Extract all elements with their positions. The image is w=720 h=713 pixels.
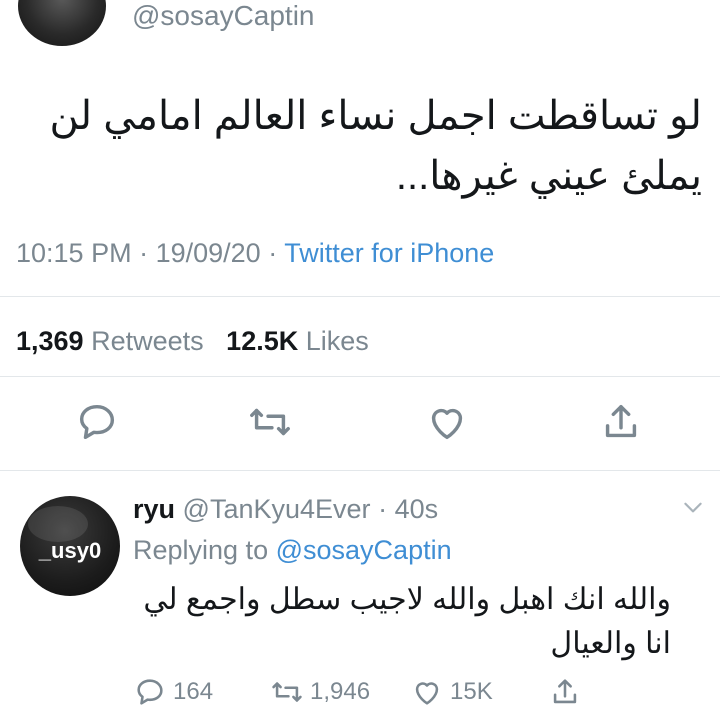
share-arrow-icon <box>605 404 637 438</box>
reply-author-name[interactable]: ryu <box>133 494 175 524</box>
tweet-text: لو تساقطت اجمل نساء العالم امامي لن يملئ… <box>49 94 702 198</box>
tweet-time: 10:15 PM <box>16 238 132 268</box>
replying-to: Replying to @sosayCaptin <box>133 535 452 566</box>
divider <box>0 376 720 377</box>
avatar-gloss <box>28 506 88 542</box>
reply-reply-button[interactable]: 164 <box>133 672 213 712</box>
speech-bubble-icon <box>79 404 115 440</box>
reply-avatar[interactable]: _usy0 <box>20 496 120 596</box>
like-button[interactable] <box>424 399 470 445</box>
reply-age: 40s <box>394 494 439 524</box>
avatar-text: _usy0 <box>38 538 102 563</box>
author-handle[interactable]: @sosayCaptin <box>132 0 315 32</box>
likes-label: Likes <box>305 326 369 356</box>
reply-like-button[interactable]: 15K <box>410 672 493 712</box>
reply-share-button[interactable] <box>548 672 588 712</box>
reply-retweet-button[interactable]: 1,946 <box>270 672 370 712</box>
reply-retweet-count: 1,946 <box>310 678 371 705</box>
replying-label: Replying to <box>133 535 269 565</box>
divider <box>0 470 720 471</box>
heart-icon <box>431 408 463 440</box>
reply-text: والله انك اهبل والله لاجيب سطل واجمع لي … <box>143 583 671 660</box>
tweet-source-link[interactable]: Twitter for iPhone <box>284 238 494 268</box>
retweet-arrows-icon <box>250 408 290 436</box>
tweet-meta: 10:15 PM · 19/09/20 · Twitter for iPhone <box>16 238 494 269</box>
share-arrow-icon <box>553 679 577 704</box>
share-button[interactable] <box>598 399 644 445</box>
retweets-label: Retweets <box>91 326 204 356</box>
reply-like-count: 15K <box>450 678 493 705</box>
author-avatar[interactable] <box>18 0 106 46</box>
tweet-date: 19/09/20 <box>155 238 261 268</box>
meta-separator: · <box>139 238 156 268</box>
like-count: 12.5K <box>226 326 299 356</box>
retweet-button[interactable] <box>247 399 293 445</box>
tweet-stats: 1,369 Retweets 12.5K Likes <box>16 326 369 357</box>
heart-icon <box>415 682 439 705</box>
speech-bubble-icon <box>137 679 163 705</box>
retweet-arrows-icon <box>272 682 302 702</box>
meta-separator: · <box>268 238 285 268</box>
reply-count: 164 <box>173 678 214 705</box>
reply-button[interactable] <box>74 399 120 445</box>
more-options-button[interactable] <box>680 494 706 520</box>
reply-header: ryu @TanKyu4Ever · 40s <box>133 494 438 525</box>
divider <box>0 296 720 297</box>
likes-stat[interactable]: 12.5K Likes <box>226 326 369 356</box>
retweets-stat[interactable]: 1,369 Retweets <box>16 326 204 356</box>
meta-separator: · <box>378 494 388 524</box>
retweet-count: 1,369 <box>16 326 84 356</box>
replying-mention-link[interactable]: @sosayCaptin <box>276 535 452 565</box>
chevron-down-icon <box>684 502 702 513</box>
reply-author-handle[interactable]: @TanKyu4Ever <box>183 494 371 524</box>
